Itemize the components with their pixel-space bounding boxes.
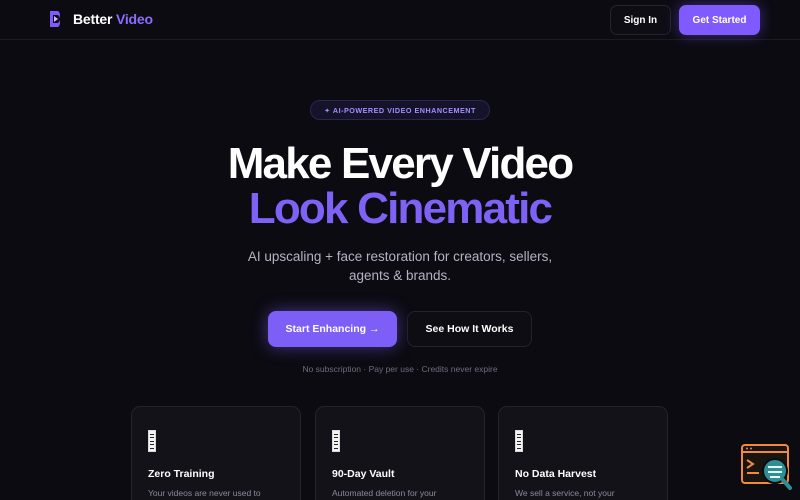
start-enhancing-button[interactable]: Start Enhancing → — [268, 311, 397, 347]
feature-card-zero-training: Zero Training Your videos are never used… — [131, 406, 301, 500]
feature-description: Automated deletion for your — [332, 488, 437, 498]
feature-card-90-day-vault: 90-Day Vault Automated deletion for your — [315, 406, 485, 500]
document-icon — [515, 430, 523, 452]
chat-widget-icon[interactable] — [741, 444, 793, 492]
brand[interactable]: Better Video — [48, 10, 153, 28]
hero-subtitle: AI upscaling + face restoration for crea… — [247, 249, 553, 283]
sign-in-button[interactable]: Sign In — [610, 5, 671, 35]
feature-title: No Data Harvest — [515, 468, 597, 480]
pricing-fineprint: No subscription · Pay per use · Credits … — [302, 364, 498, 374]
headline-line-1: Make Every Video — [227, 139, 574, 188]
brand-name-accent: Video — [115, 11, 153, 27]
hero-badge: ✦ AI-POWERED VIDEO ENHANCEMENT — [310, 100, 490, 120]
get-started-button[interactable]: Get Started — [679, 5, 760, 35]
feature-description: We sell a service, not your — [515, 488, 615, 498]
document-icon — [148, 430, 156, 452]
document-icon — [332, 430, 340, 452]
feature-title: Zero Training — [148, 468, 215, 480]
navbar: Better Video Sign In Get Started — [0, 0, 800, 40]
feature-title: 90-Day Vault — [332, 468, 395, 480]
see-how-it-works-button[interactable]: See How It Works — [407, 311, 532, 347]
brand-logo-icon — [50, 11, 60, 27]
feature-description: Your videos are never used to — [148, 488, 261, 498]
headline-line-2: Look Cinematic — [248, 184, 553, 233]
brand-name-main: Better — [73, 11, 113, 27]
brand-name: Better Video — [73, 11, 153, 27]
feature-card-no-data-harvest: No Data Harvest We sell a service, not y… — [498, 406, 668, 500]
